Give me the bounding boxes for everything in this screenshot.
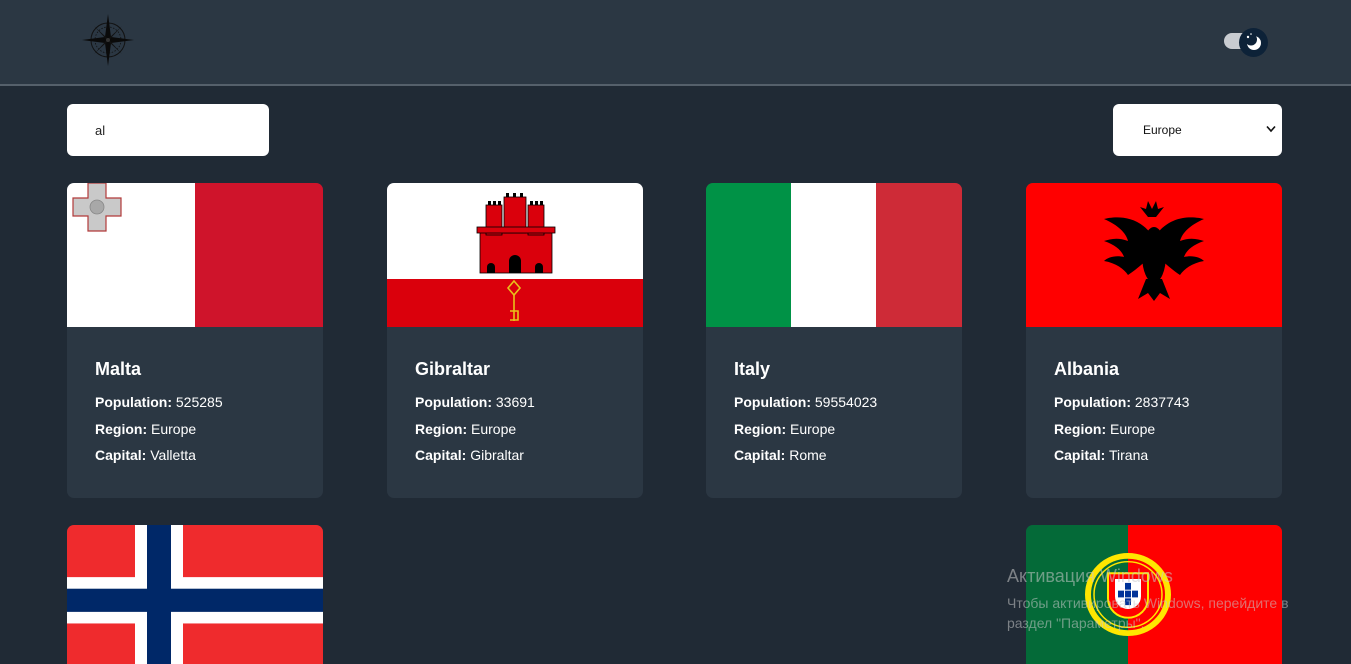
population-row: Population: 59554023 (734, 394, 877, 421)
toggle-knob (1239, 28, 1268, 57)
region-label: Region: (95, 420, 148, 437)
population-label: Population: (1054, 394, 1131, 410)
region-filter-select[interactable]: Europe (1113, 104, 1282, 156)
capital-label: Capital: (95, 447, 147, 463)
capital-value: Tirana (1108, 447, 1149, 463)
search-input[interactable] (67, 104, 269, 156)
region-value: Europe (471, 420, 517, 437)
capital-label: Capital: (1054, 447, 1106, 463)
country-name: Albania (1054, 359, 1120, 379)
region-row: Region: Europe (95, 421, 223, 448)
population-label: Population: (734, 394, 811, 410)
region-label: Region: (734, 420, 787, 437)
population-row: Population: 525285 (95, 394, 223, 421)
card-info: Malta Population: 525285 Region: Europe … (95, 359, 223, 474)
capital-value: Gibraltar (470, 447, 524, 463)
gibraltar-flag (387, 183, 643, 327)
capital-row: Capital: Tirana (1054, 447, 1189, 474)
region-row: Region: Europe (1054, 421, 1189, 448)
region-label: Region: (1054, 420, 1107, 437)
card-info: Italy Population: 59554023 Region: Europ… (734, 359, 877, 474)
capital-value: Valletta (150, 447, 196, 463)
card-info: Gibraltar Population: 33691 Region: Euro… (415, 359, 535, 474)
capital-value: Rome (789, 447, 827, 463)
country-card[interactable]: Italy Population: 59554023 Region: Europ… (706, 183, 962, 498)
region-value: Europe (790, 420, 836, 437)
card-info: Albania Population: 2837743 Region: Euro… (1054, 359, 1189, 474)
capital-label: Capital: (415, 447, 467, 463)
norway-flag (67, 525, 323, 664)
population-row: Population: 33691 (415, 394, 535, 421)
capital-label: Capital: (734, 447, 786, 463)
moon-icon (1245, 33, 1261, 50)
country-card[interactable]: Albania Population: 2837743 Region: Euro… (1026, 183, 1282, 498)
country-card[interactable] (67, 525, 323, 664)
capital-row: Capital: Rome (734, 447, 877, 474)
chevron-down-icon (1266, 125, 1276, 133)
population-value: 525285 (175, 394, 223, 410)
country-name: Malta (95, 359, 142, 379)
population-row: Population: 2837743 (1054, 394, 1189, 421)
country-card[interactable] (1026, 525, 1282, 664)
population-label: Population: (415, 394, 492, 410)
region-row: Region: Europe (734, 421, 877, 448)
capital-row: Capital: Valletta (95, 447, 223, 474)
region-value: Europe (1110, 420, 1156, 437)
country-name: Italy (734, 359, 771, 379)
country-card[interactable]: Malta Population: 525285 Region: Europe … (67, 183, 323, 498)
country-card[interactable]: Gibraltar Population: 33691 Region: Euro… (387, 183, 643, 498)
portugal-flag (1026, 525, 1282, 664)
region-label: Region: (415, 420, 468, 437)
region-value: Europe (151, 420, 197, 437)
region-filter-value: Europe (1143, 123, 1182, 137)
compass-rose-icon[interactable] (80, 12, 136, 68)
population-value: 59554023 (814, 394, 878, 410)
population-value: 33691 (495, 394, 535, 410)
region-row: Region: Europe (415, 421, 535, 448)
theme-toggle[interactable] (1222, 28, 1270, 58)
albania-flag (1026, 183, 1282, 327)
capital-row: Capital: Gibraltar (415, 447, 535, 474)
malta-flag (67, 183, 323, 327)
italy-flag (706, 183, 962, 327)
country-name: Gibraltar (415, 359, 491, 379)
population-value: 2837743 (1134, 394, 1190, 410)
population-label: Population: (95, 394, 172, 410)
app-header (0, 0, 1351, 86)
